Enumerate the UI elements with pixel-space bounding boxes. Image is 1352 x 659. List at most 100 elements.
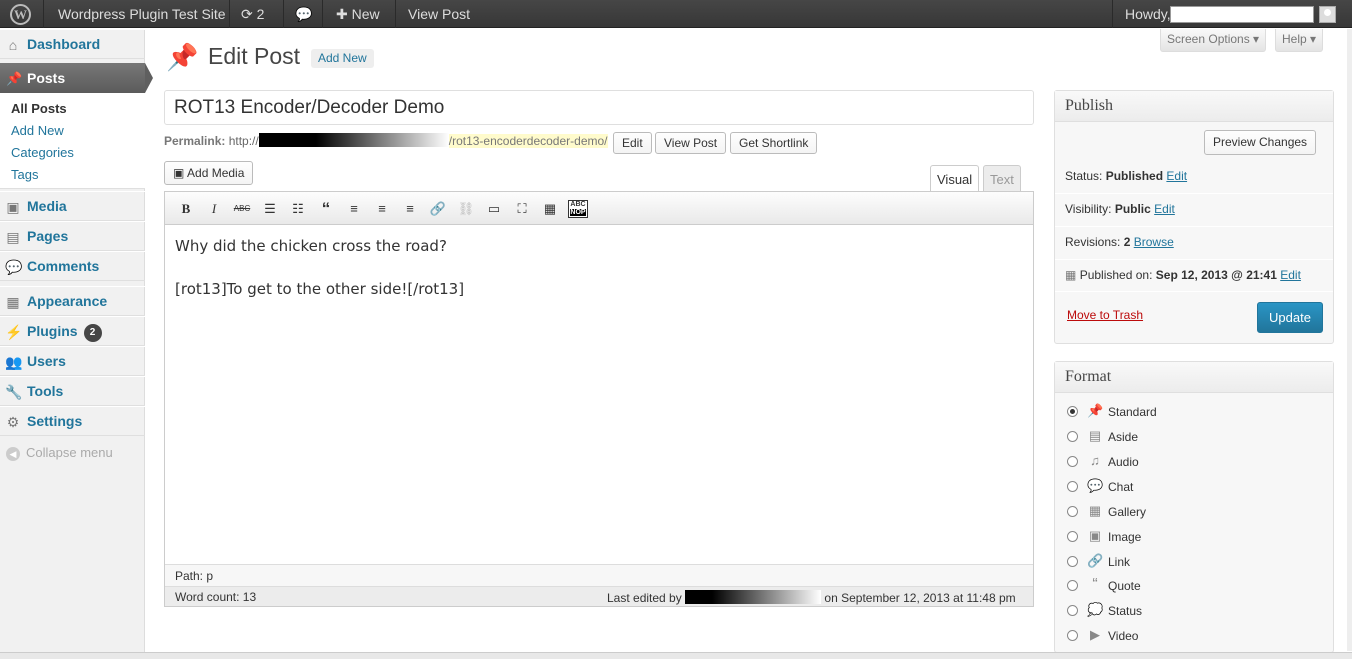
align-left-icon[interactable]: ≡ <box>344 200 364 218</box>
radio[interactable] <box>1067 605 1078 616</box>
site-name-link[interactable]: Wordpress Plugin Test Site <box>58 0 226 28</box>
edit-visibility-link[interactable]: Edit <box>1154 202 1175 216</box>
menu-label: Appearance <box>27 293 108 309</box>
editor-content[interactable]: Why did the chicken cross the road? [rot… <box>175 237 464 323</box>
format-label: Gallery <box>1108 505 1147 519</box>
permalink-prefix: http:// <box>228 134 259 148</box>
help-button[interactable]: Help ▾ <box>1275 29 1324 52</box>
tab-text[interactable]: Text <box>983 165 1021 192</box>
avatar[interactable] <box>1319 6 1336 23</box>
browse-revisions-link[interactable]: Browse <box>1134 235 1174 249</box>
howdy-label[interactable]: Howdy, <box>1125 0 1171 28</box>
published-on-label: Published on: <box>1079 268 1153 282</box>
menu-settings[interactable]: ⚙ Settings <box>0 406 145 436</box>
menu-appearance[interactable]: ▦ Appearance <box>0 286 145 316</box>
update-button[interactable]: Update <box>1257 302 1323 333</box>
calendar-icon: ▦ <box>1065 268 1077 282</box>
strikethrough-icon[interactable]: ABC <box>232 200 252 218</box>
edit-status-link[interactable]: Edit <box>1166 169 1187 183</box>
gallery-icon: ▦ <box>1088 503 1102 518</box>
collapse-menu-button[interactable]: ◀ Collapse menu <box>6 445 113 461</box>
radio[interactable] <box>1067 506 1078 517</box>
divider <box>1112 0 1113 28</box>
submenu-tags[interactable]: Tags <box>11 167 38 182</box>
submenu-all-posts[interactable]: All Posts <box>11 101 67 116</box>
add-media-button[interactable]: ▣ Add Media <box>164 161 254 185</box>
align-center-icon[interactable]: ≡ <box>372 200 392 218</box>
redacted-author <box>685 590 822 604</box>
submenu-categories[interactable]: Categories <box>11 145 74 160</box>
posts-submenu: All Posts Add New Categories Tags <box>0 93 145 189</box>
post-editor: B I ABC ☰ ☷ “ ≡ ≡ ≡ 🔗 ⛓ ▭ ⛶ ▦ ABC NOP Why… <box>164 191 1034 607</box>
format-label: Quote <box>1108 579 1141 593</box>
revisions-value: 2 <box>1123 235 1131 249</box>
tab-visual[interactable]: Visual <box>930 165 980 193</box>
menu-comments[interactable]: 💬 Comments <box>0 251 145 281</box>
menu-label: Plugins 2 <box>27 323 102 342</box>
scrollbar[interactable] <box>1347 29 1352 651</box>
format-label: Aside <box>1108 430 1139 444</box>
word-count: Word count: 13 <box>175 590 257 604</box>
radio[interactable] <box>1067 481 1078 492</box>
visibility-row: Visibility: Public Edit <box>1055 202 1333 216</box>
more-tag-icon[interactable]: ▭ <box>484 200 504 218</box>
radio[interactable] <box>1067 531 1078 542</box>
menu-dashboard[interactable]: ⌂ Dashboard <box>0 29 145 59</box>
divider <box>43 0 44 28</box>
menu-tools[interactable]: 🔧 Tools <box>0 376 145 406</box>
link-icon[interactable]: 🔗 <box>428 200 448 218</box>
radio-selected[interactable] <box>1067 406 1078 417</box>
admin-bar: W Wordpress Plugin Test Site ⟳ 2 💬 ✚ New… <box>0 0 1352 28</box>
new-content-link[interactable]: ✚ New <box>336 0 380 28</box>
align-right-icon[interactable]: ≡ <box>400 200 420 218</box>
blockquote-icon[interactable]: “ <box>316 200 336 218</box>
last-edited-by-label: Last edited by <box>607 591 682 605</box>
page-title: Edit Post <box>208 43 301 69</box>
add-new-button[interactable]: Add New <box>311 49 374 68</box>
menu-label: Tools <box>27 383 64 399</box>
menu-plugins[interactable]: ⚡ Plugins 2 <box>0 316 145 346</box>
wordpress-logo-icon[interactable]: W <box>10 4 31 25</box>
divider <box>283 0 284 28</box>
menu-media[interactable]: ▣ Media <box>0 191 145 221</box>
get-shortlink-button[interactable]: Get Shortlink <box>730 132 818 154</box>
users-icon: 👥 <box>5 354 23 370</box>
submenu-add-new[interactable]: Add New <box>11 123 64 138</box>
unlink-icon[interactable]: ⛓ <box>456 200 476 218</box>
move-to-trash-link[interactable]: Move to Trash <box>1067 308 1143 322</box>
revisions-row: Revisions: 2 Browse <box>1055 235 1333 249</box>
menu-posts[interactable]: 📌 Posts <box>0 63 153 93</box>
toolbar-toggle-icon[interactable]: ▦ <box>540 200 560 218</box>
visibility-value: Public <box>1114 202 1151 216</box>
comments-bubble-icon[interactable]: 💬 <box>295 0 312 28</box>
new-label: New <box>351 6 380 22</box>
radio[interactable] <box>1067 556 1078 567</box>
screen-options-button[interactable]: Screen Options ▾ <box>1160 29 1267 52</box>
edit-permalink-button[interactable]: Edit <box>613 132 652 154</box>
menu-label: Comments <box>27 258 100 274</box>
radio[interactable] <box>1067 630 1078 641</box>
view-post-link[interactable]: View Post <box>408 0 470 28</box>
radio[interactable] <box>1067 580 1078 591</box>
preview-changes-button[interactable]: Preview Changes <box>1204 130 1317 155</box>
bullet-list-icon[interactable]: ☰ <box>260 200 280 218</box>
italic-icon[interactable]: I <box>204 200 224 218</box>
pushpin-icon: 📌 <box>1087 403 1104 418</box>
quote-icon: “ <box>1092 576 1098 593</box>
menu-label: Pages <box>27 228 69 244</box>
menu-pages[interactable]: ▤ Pages <box>0 221 145 251</box>
post-title-input[interactable]: ROT13 Encoder/Decoder Demo <box>164 90 1034 125</box>
fullscreen-icon[interactable]: ⛶ <box>512 200 532 218</box>
radio[interactable] <box>1067 431 1078 442</box>
edit-date-link[interactable]: Edit <box>1280 268 1301 282</box>
radio[interactable] <box>1067 456 1078 467</box>
menu-users[interactable]: 👥 Users <box>0 346 145 376</box>
rot13-icon[interactable]: ABC NOP <box>568 200 588 218</box>
numbered-list-icon[interactable]: ☷ <box>288 200 308 218</box>
permalink-slug[interactable]: /rot13-encoderdecoder-demo/ <box>448 134 608 148</box>
view-post-button[interactable]: View Post <box>655 132 727 154</box>
updates-link[interactable]: ⟳ 2 <box>241 0 264 28</box>
format-label: Link <box>1108 555 1131 569</box>
bold-icon[interactable]: B <box>176 200 196 218</box>
permalink-label: Permalink: <box>164 134 226 148</box>
